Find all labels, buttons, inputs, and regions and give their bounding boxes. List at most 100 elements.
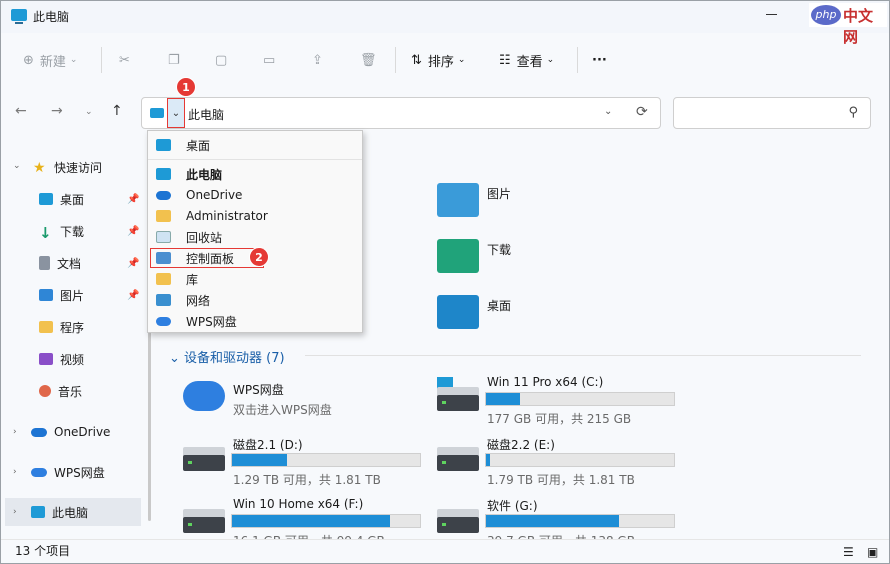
document-icon	[39, 256, 50, 270]
drive-icon	[183, 447, 225, 473]
rename-icon: ▭	[263, 52, 276, 68]
folder-icon	[156, 210, 171, 222]
menu-item-onedrive[interactable]: OneDrive	[148, 185, 362, 205]
sidebar-item-label: 程序	[60, 320, 85, 335]
recent-chevron-icon[interactable]: ⌄	[85, 107, 93, 117]
menu-item-label: 控制面板	[186, 251, 235, 266]
sidebar-item-programs[interactable]: 程序	[39, 313, 84, 341]
sidebar-item-thispc[interactable]: 此电脑	[5, 498, 141, 526]
menu-item-wps[interactable]: WPS网盘	[148, 311, 362, 331]
search-input[interactable]: ⚲	[673, 97, 871, 129]
tiles-view-icon[interactable]: ▣	[867, 545, 878, 559]
address-dropdown-chevron[interactable]: ⌄	[167, 98, 185, 128]
cloud-icon	[156, 190, 171, 200]
menu-item-label: OneDrive	[186, 188, 243, 202]
drive-usage-bar	[485, 453, 675, 467]
pin-icon[interactable]: 📌	[127, 194, 139, 205]
forward-arrow-icon[interactable]: →	[51, 103, 63, 119]
chevron-down-icon: ⌄	[169, 351, 185, 366]
drive-name: Win 10 Home x64 (F:)	[233, 497, 364, 511]
sidebar-item-pictures[interactable]: 图片	[39, 281, 84, 309]
cut-button[interactable]: ✂	[119, 49, 130, 71]
delete-button[interactable]: 🗑	[360, 49, 377, 71]
menu-item-network[interactable]: 网络	[148, 290, 362, 310]
item-count: 13 个项目	[15, 544, 71, 558]
drive-name: Win 11 Pro x64 (C:)	[487, 375, 604, 389]
paste-button[interactable]: ▢	[215, 49, 227, 71]
share-button[interactable]: ⇪	[312, 49, 323, 71]
drive-usage-bar	[485, 392, 675, 406]
drive-usage-fill	[232, 515, 390, 527]
divider	[395, 47, 396, 73]
drive-icon	[437, 447, 479, 473]
new-button[interactable]: ⊕ 新建 ⌄	[23, 49, 77, 71]
expand-chevron-icon[interactable]: ⌄	[13, 161, 21, 171]
minimize-button[interactable]	[766, 14, 777, 15]
pin-icon[interactable]: 📌	[127, 258, 139, 269]
drive-usage-bar	[231, 514, 421, 528]
drive-usage-fill	[232, 454, 287, 466]
drive-name: WPS网盘	[233, 383, 284, 397]
view-button[interactable]: ☷ 查看 ⌄	[499, 49, 554, 71]
pin-icon[interactable]: 📌	[127, 226, 139, 237]
share-icon: ⇪	[312, 52, 323, 68]
sidebar-item-desktop[interactable]: 桌面	[39, 185, 84, 213]
sort-label: 排序	[427, 54, 454, 70]
devices-section-header[interactable]: ⌄ 设备和驱动器 (7)	[169, 347, 285, 366]
window-title: 此电脑	[33, 10, 70, 24]
menu-item-control-panel[interactable]: 控制面板	[150, 248, 264, 268]
sort-button[interactable]: ⇅ 排序 ⌄	[411, 49, 465, 71]
section-title: 设备和驱动器 (7)	[184, 351, 285, 366]
divider	[101, 47, 102, 73]
sidebar-item-music[interactable]: 音乐	[39, 377, 82, 405]
menu-item-label: WPS网盘	[186, 314, 237, 329]
wps-cloud-icon	[156, 316, 171, 326]
folder-icon	[39, 321, 53, 333]
sidebar-item-videos[interactable]: 视频	[39, 345, 84, 373]
drive-free-text: 1.29 TB 可用，共 1.81 TB	[233, 473, 381, 487]
menu-item-recycle-bin[interactable]: 回收站	[148, 227, 362, 247]
music-icon	[39, 385, 51, 397]
up-arrow-icon[interactable]: ↑	[111, 103, 123, 119]
menu-item-library[interactable]: 库	[148, 269, 362, 289]
drive-free-text: 177 GB 可用，共 215 GB	[487, 412, 632, 426]
site-logo: php 中文网	[809, 3, 887, 46]
step-badge-1: 1	[176, 77, 196, 97]
history-chevron-icon[interactable]: ⌄	[604, 106, 612, 117]
computer-icon	[11, 9, 27, 24]
sidebar-item-wps[interactable]: WPS网盘	[31, 458, 105, 486]
sidebar-item-documents[interactable]: 文档	[39, 249, 81, 277]
drive-usage-bar	[485, 514, 675, 528]
sidebar-quick-access[interactable]: ★ 快速访问	[33, 153, 102, 181]
copy-button[interactable]: ❐	[168, 49, 180, 71]
copy-icon: ❐	[168, 52, 180, 68]
chevron-down-icon: ⌄	[457, 55, 466, 65]
details-view-icon[interactable]: ☰	[843, 545, 854, 559]
menu-item-label: 桌面	[186, 138, 211, 153]
menu-item-label: 库	[186, 272, 199, 287]
pin-icon[interactable]: 📌	[127, 290, 139, 301]
clipboard-icon: ▢	[215, 52, 228, 68]
menu-item-thispc[interactable]: 此电脑	[148, 164, 362, 184]
menu-item-desktop[interactable]: 桌面	[148, 135, 362, 155]
sidebar-item-label: 图片	[60, 288, 85, 303]
sidebar-item-downloads[interactable]: ↓ 下载	[39, 217, 84, 245]
address-bar[interactable]: ⌄ 此电脑 ⌄ ⟳	[141, 97, 661, 129]
folder-label: 下载	[487, 243, 512, 257]
picture-icon	[39, 289, 53, 301]
cloud-icon	[31, 427, 47, 437]
step-badge-2: 2	[249, 247, 269, 267]
rename-button[interactable]: ▭	[263, 49, 275, 71]
expand-chevron-icon[interactable]: ›	[13, 427, 17, 437]
more-button[interactable]: ···	[592, 49, 607, 71]
sidebar-item-label: 下载	[60, 224, 85, 239]
expand-chevron-icon[interactable]: ›	[13, 467, 17, 477]
expand-chevron-icon[interactable]: ›	[13, 507, 17, 517]
folder-label: 图片	[487, 187, 512, 201]
divider	[577, 47, 578, 73]
sidebar-item-label: OneDrive	[54, 425, 111, 439]
menu-item-administrator[interactable]: Administrator	[148, 206, 362, 226]
back-arrow-icon[interactable]: ←	[15, 103, 27, 119]
sidebar-item-onedrive[interactable]: OneDrive	[31, 418, 110, 446]
refresh-icon[interactable]: ⟳	[636, 104, 648, 120]
